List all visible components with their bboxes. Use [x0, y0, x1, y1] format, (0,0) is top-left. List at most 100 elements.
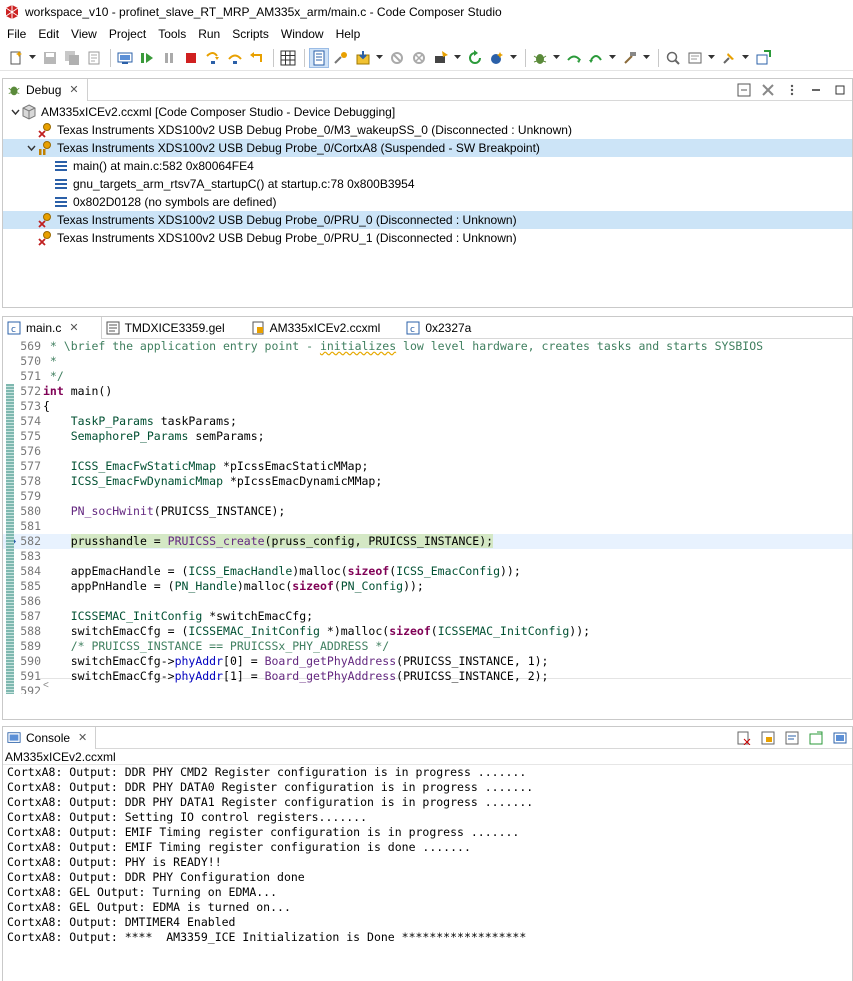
- minimize-icon[interactable]: [808, 82, 824, 98]
- build-dropdown-icon[interactable]: [509, 48, 517, 68]
- code-line[interactable]: 585 appPnHandle = (PN_Handle)malloc(size…: [3, 579, 852, 594]
- tools-hammer-icon[interactable]: [620, 48, 640, 68]
- instruction-stepping-icon[interactable]: [309, 47, 329, 68]
- code-line[interactable]: 588 switchEmacCfg = (ICSSEMAC_InitConfig…: [3, 624, 852, 639]
- code-line[interactable]: 573{: [3, 399, 852, 414]
- bug-debug-icon[interactable]: [530, 48, 550, 68]
- code-line[interactable]: 571 */: [3, 369, 852, 384]
- word-wrap-icon[interactable]: [784, 730, 800, 746]
- new-icon[interactable]: [6, 48, 26, 68]
- code-line[interactable]: 591 switchEmacCfg->phyAddr[1] = Board_ge…: [3, 669, 852, 684]
- tab-debug[interactable]: Debug ✕: [3, 78, 88, 101]
- print-icon[interactable]: [84, 48, 104, 68]
- step-over-icon[interactable]: [225, 48, 245, 68]
- tools-dropdown-icon[interactable]: [642, 48, 650, 68]
- chevron-down-icon[interactable]: [25, 142, 37, 154]
- code-line[interactable]: 578 ICSS_EmacFwDynamicMmap *pIcssEmacDyn…: [3, 474, 852, 489]
- pin-icon[interactable]: [719, 48, 739, 68]
- maximize-icon[interactable]: [832, 82, 848, 98]
- code-line[interactable]: 569 * \brief the application entry point…: [3, 339, 852, 354]
- code-line[interactable]: 570 *: [3, 354, 852, 369]
- debug-tree-item[interactable]: 0x802D0128 (no symbols are defined): [3, 193, 852, 211]
- close-icon[interactable]: ✕: [69, 83, 78, 96]
- code-line[interactable]: 584 appEmacHandle = (ICSS_EmacHandle)mal…: [3, 564, 852, 579]
- connect-target-icon[interactable]: [331, 48, 351, 68]
- code-line[interactable]: 577 ICSS_EmacFwStaticMmap *pIcssEmacStat…: [3, 459, 852, 474]
- code-line[interactable]: 580 PN_socHwinit(PRUICSS_INSTANCE);: [3, 504, 852, 519]
- pin-dropdown-icon[interactable]: [741, 48, 749, 68]
- menu-view[interactable]: View: [65, 27, 103, 41]
- menu-edit[interactable]: Edit: [32, 27, 65, 41]
- code-line[interactable]: 576: [3, 444, 852, 459]
- save-icon[interactable]: [40, 48, 60, 68]
- tab-editor-file[interactable]: c main.c ✕: [3, 316, 102, 339]
- tab-editor-file[interactable]: c 0x2327a: [402, 317, 493, 339]
- close-icon[interactable]: ✕: [78, 731, 87, 744]
- code-line[interactable]: 581: [3, 519, 852, 534]
- debug-tree-item[interactable]: Texas Instruments XDS100v2 USB Debug Pro…: [3, 139, 852, 157]
- step-return-icon[interactable]: [247, 48, 267, 68]
- menu-project[interactable]: Project: [103, 27, 152, 41]
- debug-dropdown-icon[interactable]: [552, 48, 560, 68]
- scroll-lock-icon[interactable]: [760, 730, 776, 746]
- chevron-down-icon[interactable]: [9, 106, 21, 118]
- display-console-icon[interactable]: [808, 730, 824, 746]
- terminate-icon[interactable]: [181, 48, 201, 68]
- resume-icon[interactable]: [137, 48, 157, 68]
- debug-tree-item[interactable]: main() at main.c:582 0x80064FE4: [3, 157, 852, 175]
- open-console-icon[interactable]: [832, 730, 848, 746]
- load-program-icon[interactable]: [353, 48, 373, 68]
- breakpoint-disabled-icon[interactable]: [387, 48, 407, 68]
- menu-file[interactable]: File: [0, 27, 32, 41]
- step-forward-icon[interactable]: [564, 48, 584, 68]
- load-dropdown-icon[interactable]: [375, 48, 383, 68]
- code-line[interactable]: 579: [3, 489, 852, 504]
- open-perspective-icon[interactable]: [753, 48, 773, 68]
- debug-tree-item[interactable]: gnu_targets_arm_rtsv7A_startupC() at sta…: [3, 175, 852, 193]
- menu-scripts[interactable]: Scripts: [226, 27, 275, 41]
- code-line[interactable]: 575 SemaphoreP_Params semParams;: [3, 429, 852, 444]
- menu-run[interactable]: Run: [192, 27, 226, 41]
- save-all-icon[interactable]: [62, 48, 82, 68]
- breakpoint-remove-icon[interactable]: [409, 48, 429, 68]
- code-line[interactable]: 590 switchEmacCfg->phyAddr[0] = Board_ge…: [3, 654, 852, 669]
- code-line[interactable]: 592: [3, 684, 852, 694]
- debug-tree-item[interactable]: Texas Instruments XDS100v2 USB Debug Pro…: [3, 229, 852, 247]
- debug-tree-item[interactable]: Texas Instruments XDS100v2 USB Debug Pro…: [3, 211, 852, 229]
- step-into-icon[interactable]: [203, 48, 223, 68]
- view-menu-icon[interactable]: [784, 82, 800, 98]
- console-output[interactable]: CortxA8: Output: DDR PHY CMD2 Register c…: [3, 765, 852, 945]
- code-line[interactable]: 583: [3, 549, 852, 564]
- new-dropdown-icon[interactable]: [28, 48, 36, 68]
- code-line[interactable]: 589 /* PRUICSS_INSTANCE == PRUICSSx_PHY_…: [3, 639, 852, 654]
- flash-icon[interactable]: [431, 48, 451, 68]
- close-icon[interactable]: ✕: [69, 321, 78, 334]
- code-editor[interactable]: < 569 * \brief the application entry poi…: [3, 339, 852, 694]
- flash-dropdown-icon[interactable]: [453, 48, 461, 68]
- collapse-all-icon[interactable]: [736, 82, 752, 98]
- debug-tree-item[interactable]: Texas Instruments XDS100v2 USB Debug Pro…: [3, 121, 852, 139]
- menu-tools[interactable]: Tools: [152, 27, 192, 41]
- refresh-icon[interactable]: [465, 48, 485, 68]
- tab-console[interactable]: Console ✕: [3, 726, 97, 749]
- build-icon[interactable]: [487, 48, 507, 68]
- tab-editor-file[interactable]: AM335xICEv2.ccxml: [247, 317, 403, 339]
- code-line[interactable]: 587 ICSSEMAC_InitConfig *switchEmacCfg;: [3, 609, 852, 624]
- code-line[interactable]: 582 prusshandle = PRUICSS_create(pruss_c…: [3, 534, 852, 549]
- remove-terminated-icon[interactable]: [760, 82, 776, 98]
- step-dropdown-icon[interactable]: [608, 48, 616, 68]
- code-line[interactable]: 572 int main(): [3, 384, 852, 399]
- menu-help[interactable]: Help: [330, 27, 367, 41]
- debug-icon[interactable]: [115, 48, 135, 68]
- memory-grid-icon[interactable]: [278, 48, 298, 68]
- step-loop-icon[interactable]: [586, 48, 606, 68]
- view-dropdown-icon[interactable]: [707, 48, 715, 68]
- console-view-icon[interactable]: [685, 48, 705, 68]
- tab-editor-file[interactable]: TMDXICE3359.gel: [102, 317, 247, 339]
- debug-tree-item[interactable]: AM335xICEv2.ccxml [Code Composer Studio …: [3, 103, 852, 121]
- menu-window[interactable]: Window: [275, 27, 330, 41]
- search-icon[interactable]: [663, 48, 683, 68]
- suspend-icon[interactable]: [159, 48, 179, 68]
- clear-console-icon[interactable]: [736, 730, 752, 746]
- code-line[interactable]: 586: [3, 594, 852, 609]
